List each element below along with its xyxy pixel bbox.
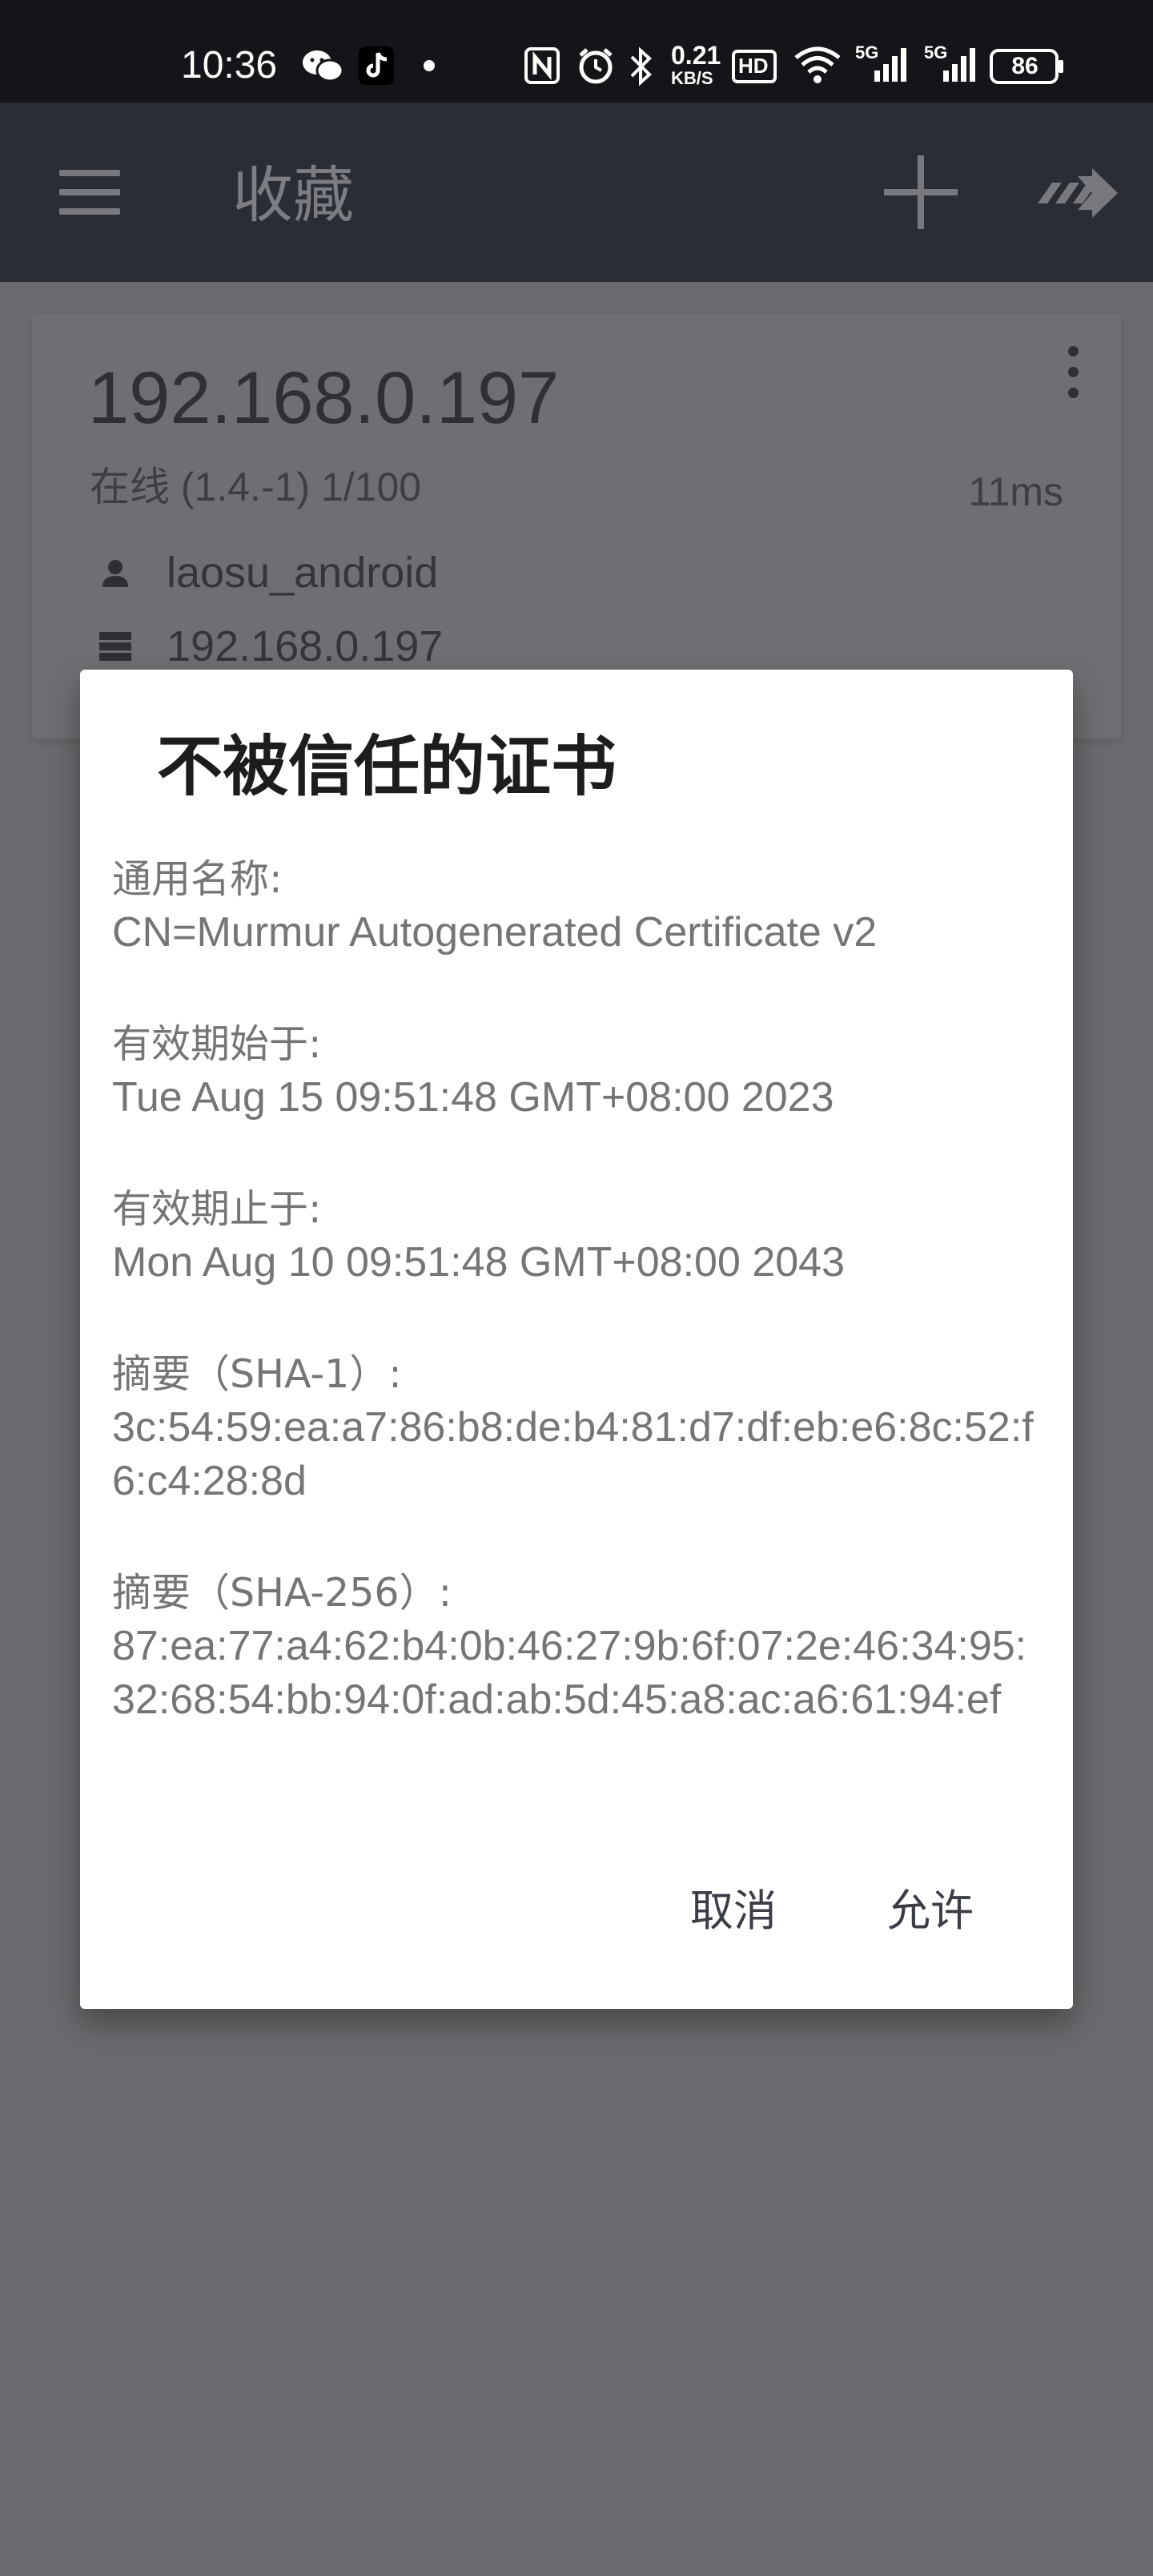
server-user-row: laosu_android [94,548,438,598]
field-valid-until: 有效期止于: Mon Aug 10 09:51:48 GMT+08:00 204… [112,1182,1043,1290]
field-label: 有效期止于: [112,1186,322,1232]
field-valid-from: 有效期始于: Tue Aug 15 09:51:48 GMT+08:00 202… [112,1017,1043,1125]
nfc-icon [524,46,560,85]
wifi-icon [793,42,842,87]
field-sha1: 摘要（SHA-1）: 3c:54:59:ea:a7:86:b8:de:b4:81… [112,1347,1043,1508]
forward-arrow-icon [1038,168,1118,218]
field-sha256: 摘要（SHA-256）: 87:ea:77:a4:62:b4:0b:46:27:… [112,1566,1043,1727]
server-latency: 11ms [968,469,1063,514]
field-value: 87:ea:77:a4:62:b4:0b:46:27:9b:6f:07:2e:4… [112,1623,1027,1723]
allow-button[interactable]: 允许 [852,1862,1009,1961]
more-vert-icon [1068,346,1079,356]
field-value: 3c:54:59:ea:a7:86:b8:de:b4:81:d7:df:eb:e… [112,1404,1034,1504]
field-common-name: 通用名称: CN=Murmur Autogenerated Certificat… [112,852,1043,960]
field-value: CN=Murmur Autogenerated Certificate v2 [112,909,878,956]
certificate-details: 通用名称: CN=Murmur Autogenerated Certificat… [112,852,1043,1785]
net-speed-unit: KB/S [671,68,713,88]
net-speed-value: 0.21 [671,41,721,70]
app-bar: 收藏 [0,103,1153,282]
menu-icon [59,170,120,176]
notification-dot-icon [423,59,436,72]
status-bar: 10:36 0.21 KB/S HD 5G 5G 86 [0,0,1153,103]
bluetooth-icon [626,45,655,88]
field-label: 有效期始于: [112,1021,322,1067]
card-overflow-menu-button[interactable] [1057,343,1089,407]
page-title: 收藏 [232,159,354,231]
user-icon [94,552,136,594]
field-label: 摘要（SHA-256）: [112,1570,452,1616]
server-address: 192.168.0.197 [167,622,444,670]
cancel-button[interactable]: 取消 [655,1862,812,1961]
status-time: 10:36 [181,44,278,87]
tiktok-icon [357,45,396,87]
hd-label: HD [738,54,769,78]
server-status: 在线 (1.4.-1) 1/100 [90,465,422,509]
field-value: Mon Aug 10 09:51:48 GMT+08:00 2043 [112,1239,846,1286]
cell-signal-1-icon [863,45,908,83]
server-icon [94,626,136,667]
dialog-actions: 取消 允许 [655,1862,1009,1961]
dialog-title: 不被信任的证书 [157,729,617,805]
server-host: 192.168.0.197 [88,357,560,439]
server-username: laosu_android [167,549,439,597]
plus-icon [884,155,958,229]
field-label: 通用名称: [112,856,283,902]
field-label: 摘要（SHA-1）: [112,1351,402,1397]
field-value: Tue Aug 15 09:51:48 GMT+08:00 2023 [112,1074,834,1121]
battery-level: 86 [1011,53,1039,79]
menu-button[interactable] [42,154,138,231]
untrusted-certificate-dialog: 不被信任的证书 通用名称: CN=Murmur Autogenerated Ce… [80,670,1073,2009]
server-address-row: 192.168.0.197 [94,622,443,671]
add-server-button[interactable] [873,144,969,240]
wechat-icon [301,46,344,87]
alarm-icon [575,45,617,87]
cell-signal-2-icon [932,45,977,83]
quick-connect-button[interactable] [1028,144,1132,240]
